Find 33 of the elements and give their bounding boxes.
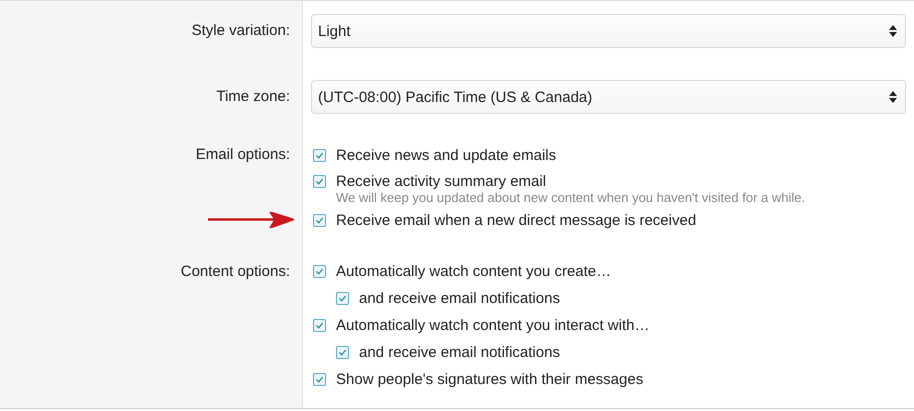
check-icon	[338, 348, 347, 357]
updown-arrows-icon	[889, 25, 897, 37]
field-label: Time zone:	[216, 88, 290, 105]
option-label: Show people's signatures with their messages	[336, 371, 644, 388]
option-label: Automatically watch content you interact with…	[336, 317, 650, 334]
option-label: Receive activity summary email	[336, 172, 546, 190]
option-label: Receive email when a new direct message is received	[336, 212, 696, 228]
checkbox[interactable]	[313, 319, 326, 332]
checkbox[interactable]	[313, 174, 326, 188]
checkbox[interactable]	[336, 292, 349, 305]
checkbox[interactable]	[313, 148, 326, 162]
dropdown[interactable]: Light	[311, 14, 906, 48]
option-label: and receive email notifications	[359, 290, 560, 307]
checkbox[interactable]	[313, 373, 326, 386]
check-icon	[315, 216, 324, 224]
field-label: Email options:	[196, 146, 290, 163]
option-label: Receive news and update emails	[336, 146, 556, 164]
field-label: Content options:	[180, 263, 290, 280]
check-icon	[315, 321, 324, 330]
option-label: and receive email notifications	[359, 344, 560, 361]
updown-arrows-icon	[889, 91, 897, 103]
field-label: Style variation:	[192, 22, 290, 39]
check-icon	[315, 267, 324, 276]
option-label: Automatically watch content you create…	[336, 263, 612, 280]
check-icon	[315, 176, 324, 186]
checkbox[interactable]	[313, 214, 326, 226]
checkbox[interactable]	[313, 265, 326, 278]
check-icon	[338, 294, 347, 303]
check-icon	[315, 375, 324, 384]
dropdown[interactable]: (UTC-08:00) Pacific Time (US & Canada)	[311, 80, 906, 114]
checkbox[interactable]	[336, 346, 349, 359]
check-icon	[315, 150, 324, 160]
hint-text: We will keep you updated about new content when you haven't visited for a while.	[336, 190, 806, 207]
